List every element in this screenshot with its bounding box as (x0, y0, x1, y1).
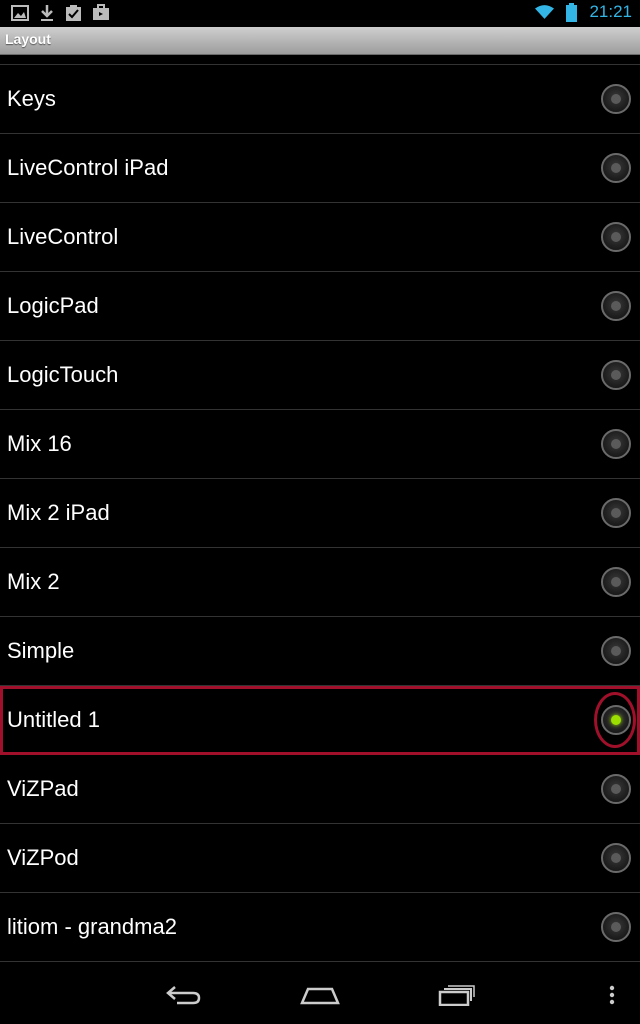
radio-button[interactable] (601, 498, 631, 528)
list-item-label: ViZPad (7, 776, 79, 801)
list-item-label: LiveControl iPad (7, 155, 169, 180)
radio-button[interactable] (601, 153, 631, 183)
briefcase-icon (91, 3, 110, 22)
status-bar: 21:21 (0, 0, 640, 27)
list-item[interactable]: litiom - grandma2 (0, 893, 640, 962)
system-icons: 21:21 (535, 2, 632, 22)
dialog-title-bar: Layout (0, 27, 640, 55)
radio-dot (611, 163, 621, 173)
list-item[interactable]: LogicPad (0, 272, 640, 341)
layout-list: Keys LiveControl iPad LiveControl LogicPad L… (0, 64, 640, 965)
battery-icon (562, 2, 581, 22)
radio-dot (611, 94, 621, 104)
list-item[interactable]: Keys (0, 65, 640, 134)
list-item[interactable]: Untitled 1 (0, 686, 640, 755)
list-item-label: Keys (7, 86, 56, 111)
radio-button[interactable] (601, 912, 631, 942)
list-item-label: Simple (7, 638, 75, 663)
list-item-label: Mix 2 iPad (7, 500, 110, 525)
radio-dot (611, 646, 621, 656)
list-item[interactable]: ViZPod (0, 824, 640, 893)
list-item[interactable]: ViZPad (0, 755, 640, 824)
radio-button[interactable] (601, 429, 631, 459)
list-item-label: ViZPod (7, 845, 79, 870)
dialog-title: Layout (5, 31, 51, 47)
clipboard-check-icon (64, 3, 83, 22)
list-item[interactable]: Simple (0, 617, 640, 686)
list-item[interactable]: Mix 16 (0, 410, 640, 479)
radio-button[interactable] (601, 360, 631, 390)
radio-dot (611, 577, 621, 587)
list-item-label: LogicTouch (7, 362, 119, 387)
radio-dot (611, 853, 621, 863)
radio-dot (611, 922, 621, 932)
radio-button[interactable] (601, 774, 631, 804)
list-item[interactable]: LogicTouch (0, 341, 640, 410)
radio-button[interactable] (601, 636, 631, 666)
radio-button[interactable] (601, 291, 631, 321)
radio-dot (611, 370, 621, 380)
list-item-label: litiom - grandma2 (7, 914, 177, 939)
menu-icon[interactable] (584, 978, 640, 1012)
radio-dot (611, 301, 621, 311)
list-item-label: Untitled 1 (7, 707, 100, 732)
radio-button[interactable] (601, 567, 631, 597)
radio-button[interactable] (601, 84, 631, 114)
list-item-label: LogicPad (7, 293, 99, 318)
back-icon[interactable] (154, 978, 214, 1012)
radio-button[interactable] (601, 843, 631, 873)
list-item-label: Mix 2 (7, 569, 60, 594)
radio-dot (611, 232, 621, 242)
radio-dot (611, 439, 621, 449)
download-icon (37, 3, 56, 22)
image-icon (10, 3, 29, 22)
wifi-icon (535, 3, 555, 22)
list-item[interactable]: Mix 2 (0, 548, 640, 617)
home-icon[interactable] (290, 978, 350, 1012)
radio-button[interactable] (601, 222, 631, 252)
radio-highlight-ring (594, 692, 636, 748)
list-item[interactable]: LiveControl (0, 203, 640, 272)
navigation-bar (0, 964, 640, 1024)
radio-dot (611, 784, 621, 794)
list-item-label: Mix 16 (7, 431, 72, 456)
list-item[interactable]: Mix 2 iPad (0, 479, 640, 548)
list-item-label: LiveControl (7, 224, 119, 249)
status-clock: 21:21 (589, 2, 632, 21)
list-item[interactable]: LiveControl iPad (0, 134, 640, 203)
notification-icons (10, 3, 110, 22)
recents-icon[interactable] (427, 978, 487, 1012)
radio-dot (611, 508, 621, 518)
